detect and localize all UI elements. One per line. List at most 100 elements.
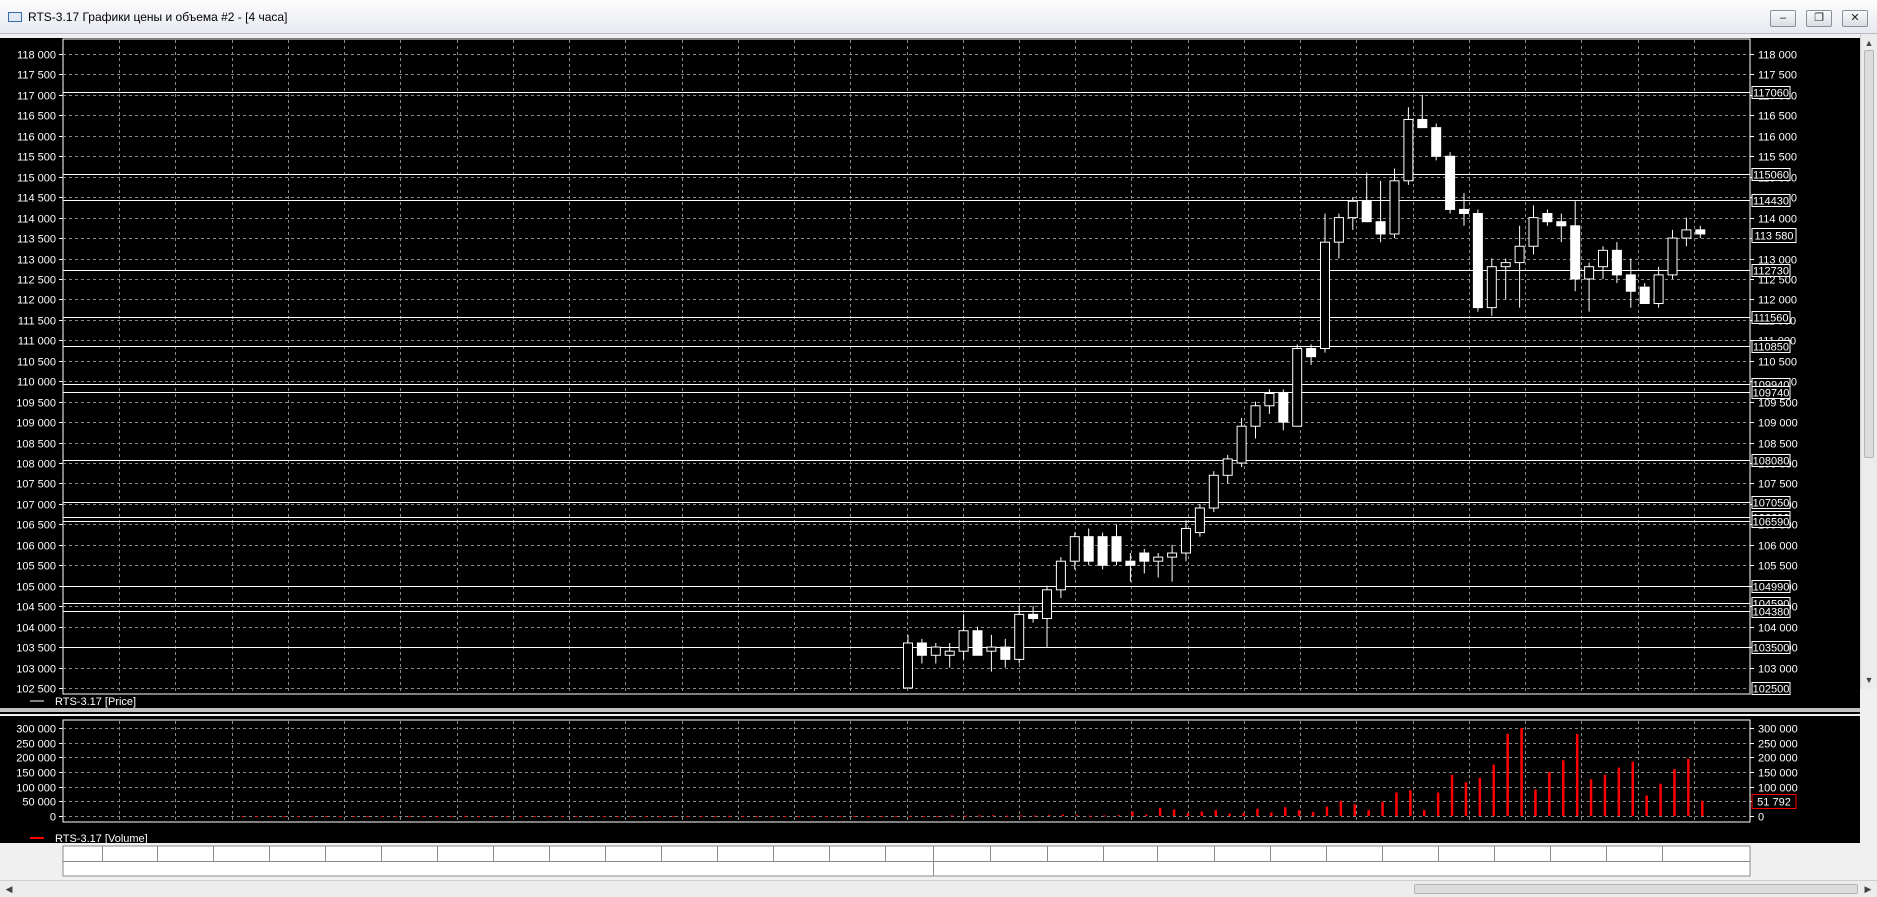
maximize-button[interactable]: ❐	[1806, 10, 1832, 27]
volume-bar	[1492, 764, 1495, 816]
volume-bar	[547, 815, 550, 817]
candle-bull	[1208, 474, 1219, 509]
volume-bar	[728, 815, 731, 817]
candle-bear	[1417, 118, 1428, 129]
horizontal-scrollbar[interactable]: ◀ ▶	[0, 880, 1877, 897]
volume-left-tick-label: 50 000	[22, 797, 56, 809]
volume-bar	[1645, 795, 1648, 816]
vertical-scrollbar[interactable]: ▲ ▼	[1860, 34, 1877, 689]
price-left-tick-label: 105 000	[16, 582, 56, 594]
volume-bar	[1464, 782, 1468, 816]
candle-bear	[1111, 536, 1122, 562]
volume-bar	[839, 815, 842, 817]
price-left-tick-label: 115 000	[17, 173, 56, 185]
price-right-tick-label: 109 000	[1758, 418, 1798, 430]
time-axis-day-label: 7	[1160, 849, 1166, 861]
candle-bull	[1236, 425, 1247, 464]
candle-bull	[1055, 560, 1066, 591]
volume-bar	[533, 815, 536, 817]
price-left-tick-label: 104 000	[16, 623, 56, 635]
window-title: RTS-3.17 Графики цены и объема #2 - [4 ч…	[28, 10, 288, 24]
volume-bar	[1409, 790, 1412, 816]
candle-bull	[1222, 458, 1233, 476]
volume-bar	[491, 815, 495, 817]
price-left-tick-label: 109 500	[16, 398, 56, 410]
volume-right-tick-label: 300 000	[1758, 724, 1798, 736]
chart-area[interactable]: 118 000117 500117 000116 500116 000115 5…	[0, 34, 1860, 880]
time-axis-day-label: 20	[1665, 849, 1677, 861]
volume-bar	[644, 815, 648, 817]
volume-bar	[1256, 808, 1259, 816]
price-left-tick-label: 110 000	[17, 377, 56, 389]
scroll-right-icon[interactable]: ▶	[1861, 882, 1875, 896]
candle-bear	[1542, 213, 1553, 223]
volume-bar	[1589, 779, 1593, 816]
scroll-up-icon[interactable]: ▲	[1863, 36, 1875, 50]
volume-bar	[1701, 800, 1704, 816]
volume-bar	[686, 815, 689, 817]
volume-bar	[436, 815, 439, 817]
volume-bar	[1339, 800, 1343, 816]
price-level-label: 107050	[1753, 498, 1790, 510]
time-axis-day-label: 14	[1441, 849, 1453, 861]
candle-bull	[1320, 241, 1330, 350]
volume-bar	[408, 815, 411, 817]
volume-bar	[241, 815, 244, 817]
time-axis-day-label: 28	[776, 849, 788, 861]
close-button[interactable]: ✕	[1842, 10, 1868, 27]
volume-bar	[1367, 810, 1370, 816]
volume-bar	[908, 815, 912, 817]
price-level-label: 117060	[1753, 88, 1789, 100]
volume-bar	[950, 815, 953, 817]
time-axis-day-label: 15	[272, 849, 284, 861]
volume-bar	[477, 815, 481, 817]
minimize-button[interactable]: ‒	[1770, 10, 1796, 27]
candle-bear	[1097, 536, 1108, 566]
volume-bar	[1075, 815, 1078, 817]
price-left-tick-label: 103 500	[16, 643, 56, 655]
candle-bear	[1083, 536, 1094, 562]
volume-bar	[255, 815, 258, 817]
candle-bull	[1153, 556, 1164, 562]
volume-bar	[1436, 792, 1440, 816]
volume-right-tick-label: 150 000	[1758, 768, 1798, 780]
price-right-tick-label: 105 500	[1758, 561, 1798, 573]
volume-bar	[1297, 810, 1301, 816]
volume-bar	[714, 815, 717, 817]
volume-bar	[311, 815, 314, 817]
candle-bull	[1181, 527, 1191, 554]
candle-bull	[1403, 118, 1414, 182]
volume-bar	[1242, 813, 1245, 816]
price-left-tick-label: 106 000	[16, 541, 56, 553]
current-price-label: 113 580	[1755, 231, 1794, 243]
time-axis-day-label: 8	[1217, 849, 1223, 861]
price-level-label: 111560	[1753, 313, 1788, 325]
volume-bar	[1325, 806, 1329, 816]
price-left-tick-label: 114 000	[17, 214, 56, 226]
candle-bear	[916, 642, 927, 656]
scroll-left-icon[interactable]: ◀	[2, 882, 16, 896]
price-left-tick-label: 104 500	[16, 602, 56, 614]
vertical-scroll-thumb[interactable]	[1864, 50, 1874, 458]
time-axis-day-label: 12	[1329, 849, 1341, 861]
volume-bar	[380, 815, 383, 817]
time-axis-day-label: 14	[216, 849, 228, 861]
horizontal-scroll-thumb[interactable]	[1414, 884, 1858, 894]
price-right-tick-label: 103 000	[1758, 664, 1798, 676]
volume-bar	[825, 815, 828, 817]
title-bar: RTS-3.17 Графики цены и объема #2 - [4 ч…	[0, 0, 1877, 34]
volume-bar	[1186, 813, 1190, 816]
volume-left-tick-label: 200 000	[16, 753, 56, 765]
price-level-label: 109740	[1753, 388, 1790, 400]
price-left-tick-label: 112 000	[17, 295, 56, 307]
candle-bear	[1472, 213, 1483, 309]
volume-left-tick-label: 150 000	[16, 768, 56, 780]
volume-bar	[964, 815, 967, 817]
volume-bar	[352, 815, 356, 817]
volume-bar	[519, 815, 522, 817]
candle-bull	[1292, 348, 1303, 427]
scroll-down-icon[interactable]: ▼	[1863, 673, 1875, 687]
price-level-label: 104380	[1753, 607, 1790, 619]
price-left-tick-label: 116 000	[17, 132, 56, 144]
candle-bear	[1431, 127, 1442, 157]
